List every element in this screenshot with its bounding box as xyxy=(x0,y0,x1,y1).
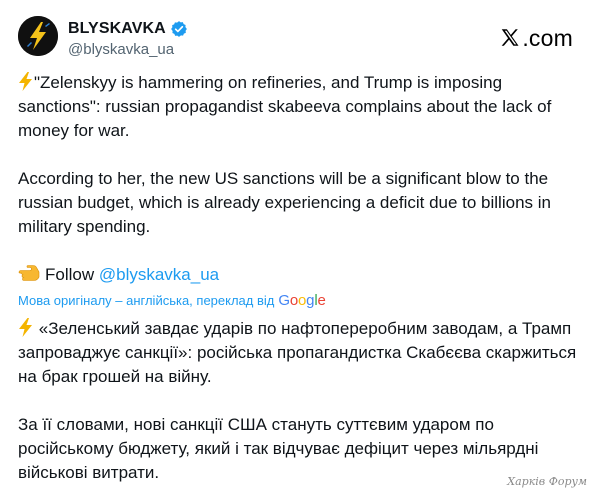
avatar[interactable] xyxy=(18,16,58,56)
follow-handle-link[interactable]: @blyskavka_ua xyxy=(99,265,219,284)
tweet-card: BLYSKAVKA @blyskavka_ua .com "Zelenskyy … xyxy=(0,0,597,494)
x-brand-text: .com xyxy=(522,24,573,51)
lightning-bolt-emoji-icon xyxy=(18,318,33,337)
verified-badge-icon xyxy=(170,20,188,38)
translated-paragraph-2: За її словами, нові санкції США стануть … xyxy=(18,415,539,482)
author-names: BLYSKAVKA @blyskavka_ua xyxy=(68,19,188,58)
tweet-paragraph-1: "Zelenskyy is hammering on refineries, a… xyxy=(18,71,584,143)
google-logo: Google xyxy=(278,291,326,309)
lightning-bolt-emoji-icon xyxy=(18,72,33,91)
author-display-name[interactable]: BLYSKAVKA xyxy=(68,20,166,38)
x-logo-icon xyxy=(502,29,519,46)
translated-paragraph-1-text: «Зеленський завдає ударів по нафтопереро… xyxy=(18,319,577,386)
follow-text: Follow xyxy=(45,265,95,284)
tweet-follow-line: Follow @blyskavka_ua xyxy=(18,263,584,287)
tweet-paragraph-2: According to her, the new US sanctions w… xyxy=(18,169,551,236)
tweet-header: BLYSKAVKA @blyskavka_ua .com xyxy=(18,12,581,62)
tweet-text-translated: «Зеленський завдає ударів по нафтопереро… xyxy=(18,317,584,485)
author-handle[interactable]: @blyskavka_ua xyxy=(68,41,188,58)
tweet-text-en: "Zelenskyy is hammering on refineries, a… xyxy=(18,71,584,287)
translated-paragraph-1: «Зеленський завдає ударів по нафтопереро… xyxy=(18,317,584,389)
watermark: Харків Форум xyxy=(507,475,587,488)
pointing-hand-emoji-icon xyxy=(18,264,40,282)
lightning-bolt-icon xyxy=(18,16,58,56)
paragraph-1-text: "Zelenskyy is hammering on refineries, a… xyxy=(18,73,552,140)
translation-label[interactable]: Мова оригіналу – англійська, переклад ві… xyxy=(18,293,274,308)
x-brand: .com xyxy=(499,24,573,52)
translation-attribution[interactable]: Мова оригіналу – англійська, переклад ві… xyxy=(18,290,326,310)
